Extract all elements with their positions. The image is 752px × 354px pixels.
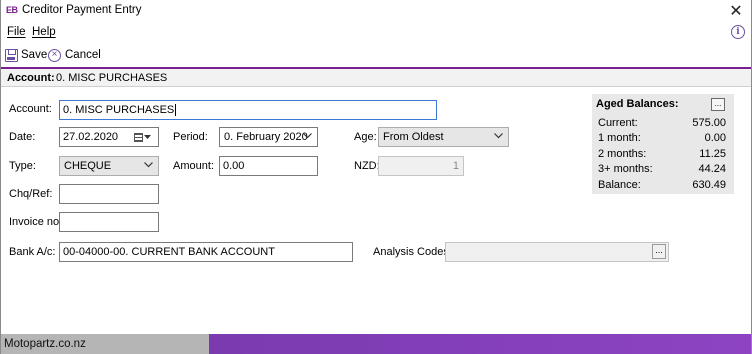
save-button[interactable]: Save xyxy=(5,47,47,63)
account-label: Account: xyxy=(9,103,52,115)
aged-row-value: 630.49 xyxy=(692,179,726,191)
account-header-value: 0. MISC PURCHASES xyxy=(56,72,168,84)
period-label: Period: xyxy=(173,131,208,143)
bank-account-input[interactable]: 00-04000-00. CURRENT BANK ACCOUNT xyxy=(59,242,353,262)
bank-ac-value: 00-04000-00. CURRENT BANK ACCOUNT xyxy=(63,246,275,258)
aged-row-label: Current: xyxy=(598,117,638,129)
period-value: 0. February 2020 xyxy=(224,131,308,143)
app-logo: EB xyxy=(6,5,18,15)
bank-ac-label: Bank A/c: xyxy=(9,246,56,258)
age-value: From Oldest xyxy=(383,131,444,143)
aged-balances-title: Aged Balances: xyxy=(596,98,679,110)
toolbar xyxy=(0,44,752,66)
date-label: Date: xyxy=(9,131,36,143)
aged-row-label: 2 months: xyxy=(598,148,647,160)
close-icon[interactable]: ✕ xyxy=(726,1,746,21)
account-header-label: Account: xyxy=(7,72,55,84)
info-icon[interactable]: i xyxy=(731,25,745,39)
calendar-icon xyxy=(134,132,143,142)
aged-row-label: Balance: xyxy=(598,179,641,191)
analysis-codes-input xyxy=(445,242,669,262)
amount-input[interactable]: 0.00 xyxy=(219,156,318,176)
aged-balances-menu-button[interactable]: ... xyxy=(711,98,725,111)
chevron-down-icon xyxy=(494,133,503,139)
menu-help[interactable]: Help xyxy=(32,26,56,38)
account-input[interactable]: 0. MISC PURCHASES xyxy=(59,100,437,120)
menu-bar xyxy=(0,22,752,42)
amount-value: 0.00 xyxy=(223,160,245,172)
aged-row-label: 3+ months: xyxy=(598,163,653,175)
amount-label: Amount: xyxy=(173,160,214,172)
chevron-down-icon xyxy=(144,162,153,168)
window-title: Creditor Payment Entry xyxy=(22,4,142,16)
chq-ref-label: Chq/Ref: xyxy=(9,188,53,200)
exchange-rate-input: 1 xyxy=(378,156,464,176)
type-label: Type: xyxy=(9,160,36,172)
account-value: 0. MISC PURCHASES xyxy=(63,104,175,116)
invoice-no-input[interactable] xyxy=(59,212,159,232)
type-value: CHEQUE xyxy=(64,160,112,172)
chevron-down-icon xyxy=(144,134,151,139)
chq-ref-input[interactable] xyxy=(59,184,159,204)
aged-row-label: 1 month: xyxy=(598,132,641,144)
analysis-codes-label: Analysis Codes: xyxy=(373,246,452,258)
menu-help-label: Help xyxy=(32,26,56,38)
aged-row-value: 0.00 xyxy=(704,132,726,144)
period-select[interactable]: 0. February 2020 xyxy=(219,127,318,147)
save-icon xyxy=(5,48,18,62)
nzd-value: 1 xyxy=(452,160,459,172)
age-label: Age: xyxy=(354,131,377,143)
nzd-label: NZD: xyxy=(354,160,380,172)
save-label: Save xyxy=(21,49,48,61)
menu-file-label: File xyxy=(7,26,26,38)
calendar-dropdown-button[interactable] xyxy=(134,130,156,144)
date-value: 27.02.2020 xyxy=(63,131,119,143)
cancel-button[interactable]: × Cancel xyxy=(48,47,101,63)
type-select[interactable]: CHEQUE xyxy=(59,156,159,176)
analysis-codes-lookup-button[interactable]: ... xyxy=(652,244,666,259)
cancel-icon: × xyxy=(48,48,61,62)
menu-file[interactable]: File xyxy=(7,26,26,38)
company-name: Motopartz.co.nz xyxy=(4,338,86,350)
invoice-no-label: Invoice no: xyxy=(9,216,63,228)
aged-row-value: 575.00 xyxy=(692,117,726,129)
cancel-label: Cancel xyxy=(65,49,101,61)
aged-row-value: 11.25 xyxy=(699,148,726,160)
chevron-down-icon xyxy=(303,133,312,139)
aged-row-value: 44.24 xyxy=(698,163,726,175)
age-select[interactable]: From Oldest xyxy=(378,127,509,147)
